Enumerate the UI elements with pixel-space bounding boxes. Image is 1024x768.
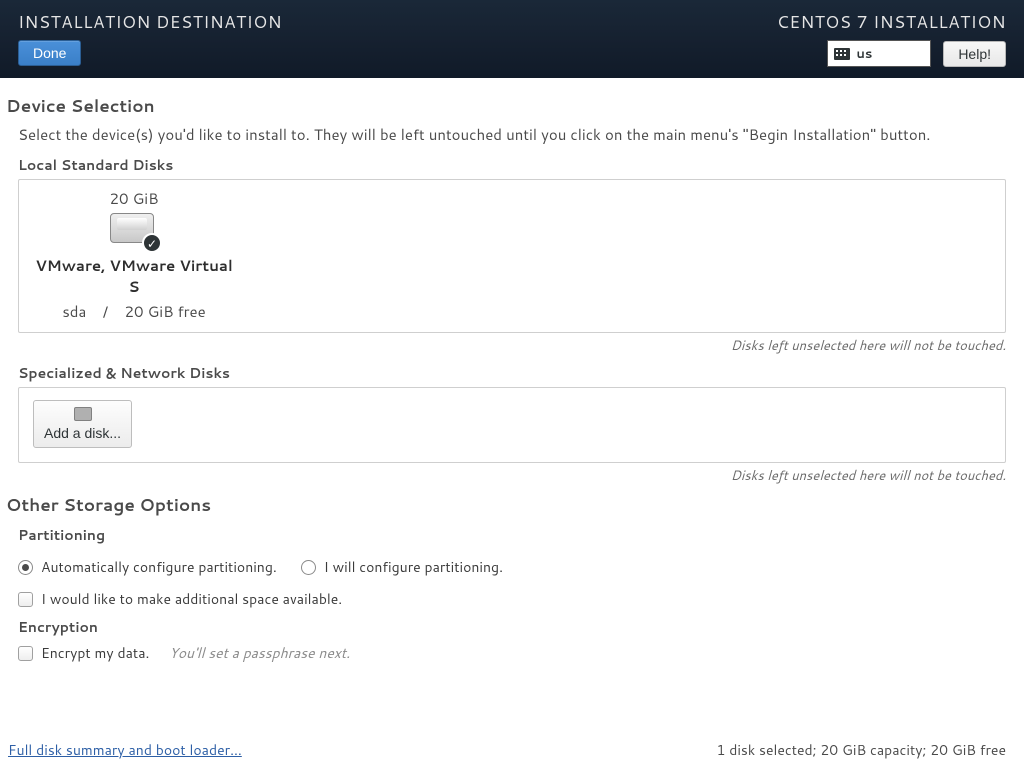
screen-title: INSTALLATION DESTINATION	[18, 10, 282, 34]
encrypt-hint: You'll set a passphrase next.	[169, 643, 350, 663]
disk-capacity: 20 GiB	[109, 188, 158, 209]
add-disk-label: Add a disk...	[44, 425, 121, 441]
manual-partition-option[interactable]: I will configure partitioning.	[301, 557, 503, 577]
network-disks-box: Add a disk...	[18, 387, 1006, 463]
disk-icon-wrap: ✓	[110, 213, 158, 249]
add-disk-icon	[74, 407, 92, 421]
top-bar: INSTALLATION DESTINATION Done CENTOS 7 I…	[0, 0, 1024, 78]
make-space-option[interactable]: I would like to make additional space av…	[18, 589, 1006, 609]
make-space-label: I would like to make additional space av…	[41, 589, 342, 609]
network-disks-note: Disks left unselected here will not be t…	[6, 467, 1006, 485]
other-storage-heading: Other Storage Options	[6, 493, 1006, 517]
encrypt-label: Encrypt my data.	[41, 643, 149, 663]
encrypt-option[interactable]: Encrypt my data. You'll set a passphrase…	[18, 643, 1006, 663]
radio-manual-partition[interactable]	[301, 560, 316, 575]
checkbox-make-space[interactable]	[18, 592, 33, 607]
partitioning-heading: Partitioning	[18, 525, 1006, 545]
keyboard-layout-indicator[interactable]: us	[827, 40, 931, 67]
checkbox-encrypt[interactable]	[18, 646, 33, 661]
check-icon: ✓	[142, 233, 162, 253]
disk-free: 20 GiB free	[124, 301, 205, 322]
selection-summary: 1 disk selected; 20 GiB capacity; 20 GiB…	[716, 740, 1006, 760]
disk-device: sda	[62, 301, 86, 322]
local-disks-box: 20 GiB ✓ VMware, VMware Virtual S sda / …	[18, 179, 1006, 333]
auto-partition-option[interactable]: Automatically configure partitioning.	[18, 557, 277, 577]
product-title: CENTOS 7 INSTALLATION	[777, 10, 1006, 34]
network-disks-heading: Specialized & Network Disks	[18, 363, 1006, 383]
device-selection-heading: Device Selection	[6, 94, 1006, 118]
radio-auto-partition[interactable]	[18, 560, 33, 575]
manual-partition-label: I will configure partitioning.	[324, 557, 503, 577]
add-disk-button[interactable]: Add a disk...	[33, 400, 132, 448]
disk-subinfo: sda / 20 GiB free	[62, 301, 205, 322]
disk-model: VMware, VMware Virtual S	[29, 255, 239, 297]
device-selection-instruction: Select the device(s) you'd like to insta…	[18, 124, 1006, 145]
done-button[interactable]: Done	[18, 40, 81, 66]
help-button[interactable]: Help!	[943, 41, 1006, 67]
auto-partition-label: Automatically configure partitioning.	[41, 557, 277, 577]
disk-tile[interactable]: 20 GiB ✓ VMware, VMware Virtual S sda / …	[29, 188, 239, 322]
encryption-heading: Encryption	[18, 617, 1006, 637]
disk-separator: /	[103, 301, 108, 322]
keyboard-layout-label: us	[856, 45, 872, 63]
keyboard-icon	[834, 48, 850, 60]
footer-bar: Full disk summary and boot loader... 1 d…	[8, 740, 1006, 760]
local-disks-heading: Local Standard Disks	[18, 155, 1006, 175]
disk-summary-link[interactable]: Full disk summary and boot loader...	[8, 740, 242, 760]
local-disks-note: Disks left unselected here will not be t…	[6, 337, 1006, 355]
